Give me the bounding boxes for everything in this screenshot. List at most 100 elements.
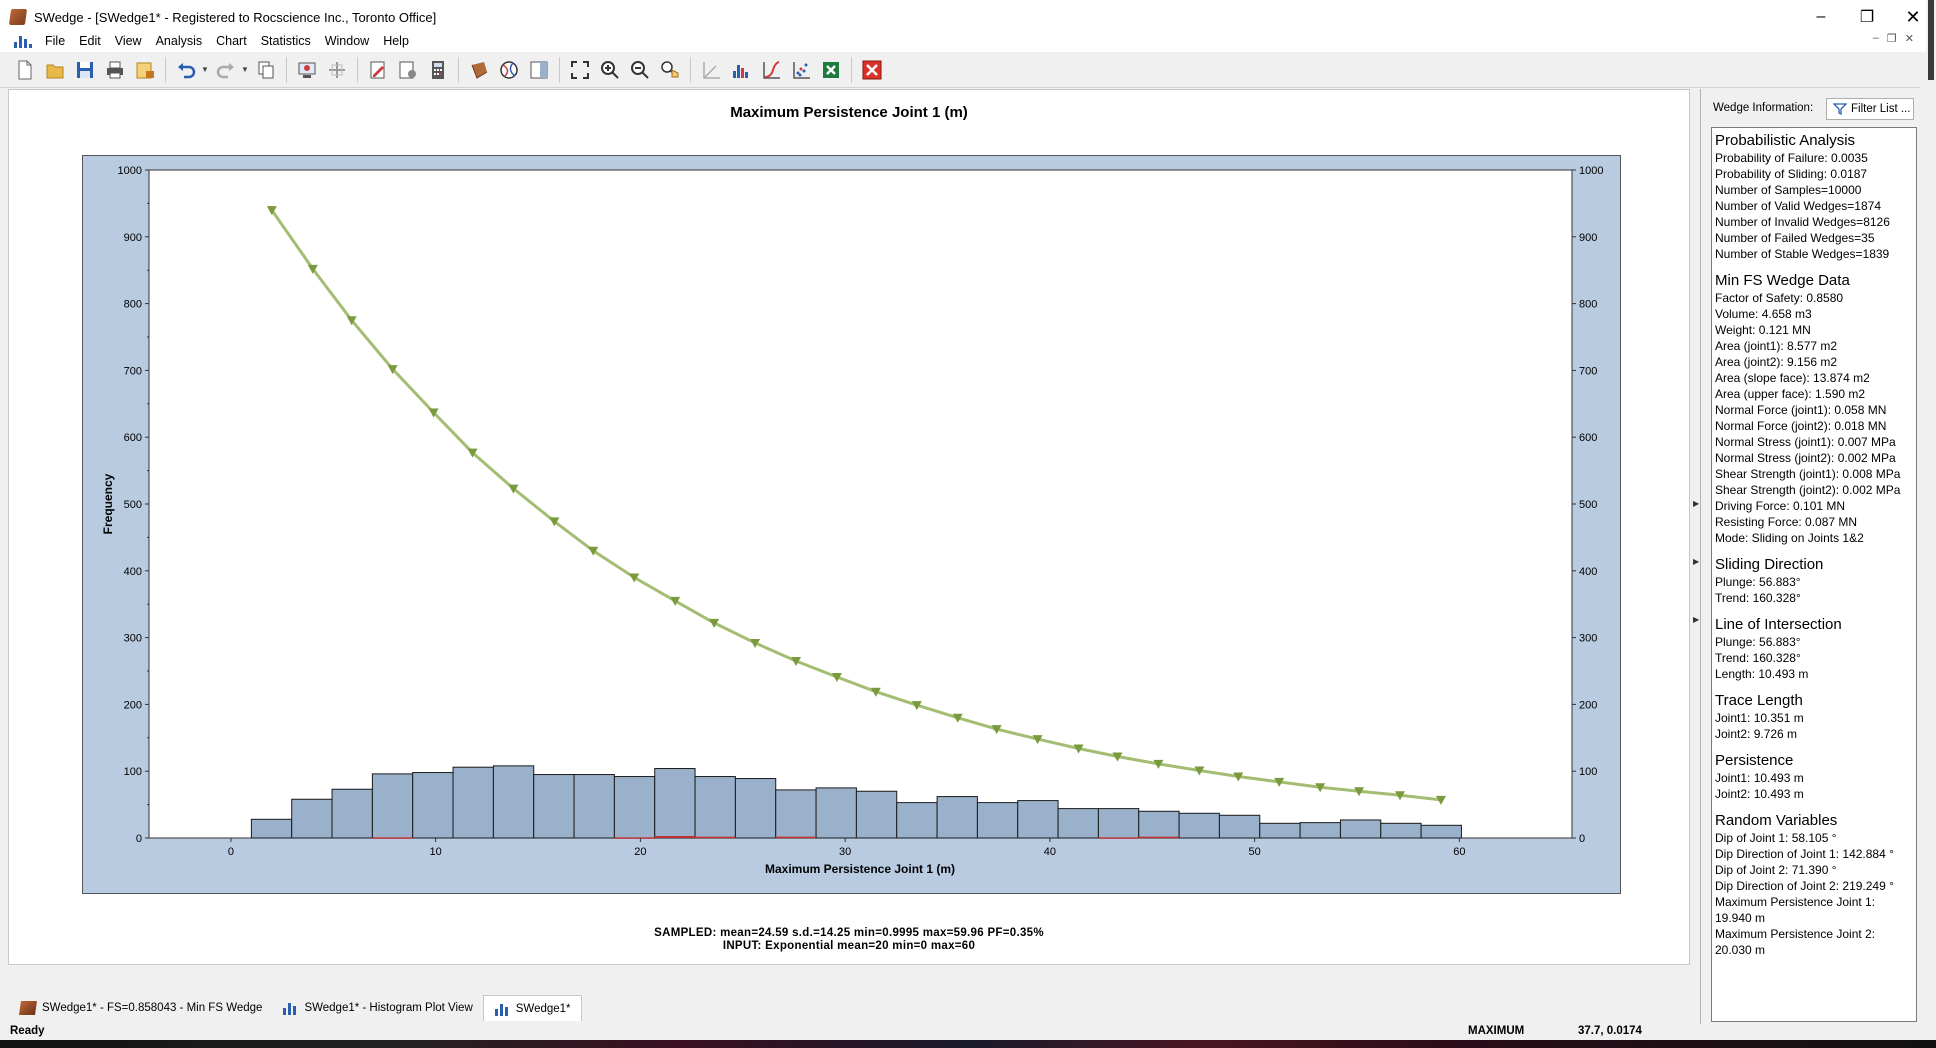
histogram-bar[interactable] [896, 802, 938, 839]
info-line: Area (slope face): 13.874 m2 [1715, 371, 1870, 385]
print-icon[interactable] [100, 55, 130, 85]
histogram-bar[interactable] [331, 788, 373, 839]
cumulative-plot-icon[interactable] [756, 55, 786, 85]
histogram-bar[interactable] [250, 818, 293, 839]
menu-statistics[interactable]: Statistics [254, 34, 318, 48]
menu-chart[interactable]: Chart [209, 34, 254, 48]
splitter-arrow-icon[interactable]: ▶ [1693, 615, 1699, 624]
3d-wedge-view-icon[interactable] [464, 55, 494, 85]
splitter-arrow-icon[interactable]: ▶ [1693, 499, 1699, 508]
histogram-bar[interactable] [1420, 824, 1462, 839]
histogram-bar[interactable] [452, 766, 494, 839]
tab-swedge1[interactable]: SWedge1* [482, 995, 582, 1021]
histogram-bar[interactable] [1138, 810, 1180, 839]
pan-icon[interactable] [655, 55, 685, 85]
open-folder-icon[interactable] [40, 55, 70, 85]
zoom-all-icon[interactable] [565, 55, 595, 85]
splitter-arrow-icon[interactable]: ▶ [1693, 557, 1699, 566]
histogram-bar[interactable] [1097, 808, 1140, 839]
histogram-bar[interactable] [694, 776, 736, 839]
y-tick-label-right: 900 [1579, 232, 1597, 244]
histogram-bar[interactable] [1339, 819, 1382, 839]
histogram-bar[interactable] [492, 765, 535, 839]
histogram-bar[interactable] [1017, 800, 1059, 839]
tab-histogram-plot-view[interactable]: SWedge1* - Histogram Plot View [272, 995, 482, 1021]
zoom-out-icon[interactable] [625, 55, 655, 85]
histogram-bar[interactable] [775, 789, 817, 839]
edit-input-icon[interactable] [363, 55, 393, 85]
histogram-bar[interactable] [371, 773, 414, 839]
histogram-bar[interactable] [573, 774, 615, 839]
failed-bar[interactable] [775, 836, 817, 839]
menu-file[interactable]: File [38, 34, 72, 48]
scrollbar-thumb[interactable] [1928, 0, 1934, 80]
chart-axes-icon[interactable] [696, 55, 726, 85]
histogram-bar[interactable] [815, 787, 857, 839]
status-bar: Ready MAXIMUM 37.7, 0.0174 [0, 1024, 1926, 1040]
histogram-bar[interactable] [1057, 808, 1099, 839]
save-icon[interactable] [70, 55, 100, 85]
menu-edit[interactable]: Edit [72, 34, 108, 48]
failed-bar[interactable] [1098, 837, 1139, 839]
menu-view[interactable]: View [108, 34, 149, 48]
histogram-bar[interactable] [1380, 822, 1422, 839]
tab-min-fs-wedge[interactable]: SWedge1* - FS=0.858043 - Min FS Wedge [10, 995, 272, 1021]
histogram-bar[interactable] [613, 776, 656, 839]
stereonet-icon[interactable] [494, 55, 524, 85]
panel-splitter[interactable]: ▶ ▶ ▶ [1690, 89, 1700, 1024]
wedge-icon [19, 1001, 37, 1015]
window-scrollbar[interactable] [1926, 0, 1936, 1048]
redo-dropdown-icon[interactable]: ▼ [241, 65, 251, 74]
add-wedge-icon[interactable] [322, 55, 352, 85]
filter-list-button[interactable]: Filter List ... [1826, 98, 1914, 120]
scatter-plot-icon[interactable] [786, 55, 816, 85]
new-file-icon[interactable] [10, 55, 40, 85]
copy-icon[interactable] [251, 55, 281, 85]
menu-window[interactable]: Window [318, 34, 376, 48]
close-view-icon[interactable] [857, 55, 887, 85]
histogram-bar[interactable] [1218, 814, 1261, 839]
project-settings-icon[interactable] [393, 55, 423, 85]
menu-help[interactable]: Help [376, 34, 416, 48]
failed-bar[interactable] [614, 837, 655, 839]
histogram-chart-view[interactable]: Maximum Persistence Joint 1 (m) 0 0 100 100… [8, 89, 1690, 965]
undo-dropdown-icon[interactable]: ▼ [201, 65, 211, 74]
histogram-bar[interactable] [1178, 812, 1220, 839]
failed-bar[interactable] [654, 835, 696, 838]
redo-icon[interactable] [211, 55, 241, 85]
info-panel-icon[interactable] [524, 55, 554, 85]
histogram-plot[interactable]: 0 0100 100200 200300 300400 400500 500600 60070… [9, 90, 1689, 964]
failed-bar[interactable] [372, 837, 413, 839]
export-image-icon[interactable] [130, 55, 160, 85]
histogram-bar[interactable] [734, 778, 777, 839]
minimize-icon[interactable]: – [1798, 0, 1844, 34]
restore-icon[interactable]: ❐ [1844, 0, 1890, 34]
failed-bar[interactable] [695, 836, 736, 839]
histogram-bar[interactable] [936, 796, 978, 839]
histogram-bar[interactable] [654, 768, 696, 839]
mdi-restore-icon[interactable]: ❐ [1887, 32, 1897, 45]
document-histogram-icon[interactable] [14, 34, 32, 48]
wedge-info-list[interactable]: Probabilistic Analysis Probability of Fai… [1711, 127, 1917, 1022]
compute-icon[interactable] [292, 55, 322, 85]
failed-bar[interactable] [1138, 836, 1180, 839]
toolbar: ▼ ▼ [0, 52, 1920, 88]
histogram-plot-icon[interactable] [726, 55, 756, 85]
zoom-in-icon[interactable] [595, 55, 625, 85]
mdi-close-icon[interactable]: ✕ [1905, 32, 1914, 45]
histogram-bar[interactable] [976, 802, 1019, 839]
histogram-bar[interactable] [533, 774, 575, 839]
histogram-bar[interactable] [1259, 822, 1301, 839]
info-line: Normal Force (joint2): 0.018 MN [1715, 419, 1887, 433]
undo-icon[interactable] [171, 55, 201, 85]
excel-export-icon[interactable] [816, 55, 846, 85]
histogram-bar[interactable] [855, 790, 898, 839]
filter-list-label: Filter List ... [1851, 103, 1911, 115]
histogram-bar[interactable] [412, 772, 454, 839]
calculator-icon[interactable] [423, 55, 453, 85]
y-tick-label-right: 800 [1579, 299, 1597, 311]
histogram-bar[interactable] [291, 798, 333, 839]
menu-analysis[interactable]: Analysis [149, 34, 210, 48]
histogram-bar[interactable] [1299, 822, 1341, 839]
mdi-minimize-icon[interactable]: – [1873, 32, 1879, 45]
